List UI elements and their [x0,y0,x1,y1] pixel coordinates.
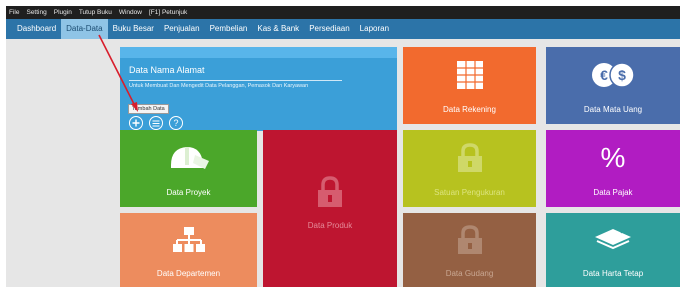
lock-icon [314,176,346,208]
main-nav: Dashboard Data-Data Buku Besar Penjualan… [6,19,680,39]
title-underline [129,80,342,81]
tab-persediaan[interactable]: Persediaan [304,19,354,39]
tile-label: Data Mata Uang [583,105,643,114]
menu-petunjuk[interactable]: [F1] Petunjuk [149,9,187,16]
menu-file[interactable]: File [9,9,19,16]
org-chart-icon [172,226,205,254]
menu-tutup-buku[interactable]: Tutup Buku [79,9,112,16]
lock-icon [455,225,485,255]
tile-label: Data Gudang [445,269,494,278]
tile-label: Data Rekening [443,105,496,114]
tile-label: Data Produk [307,221,353,230]
panel-top-strip [120,47,397,58]
svg-text:€: € [600,67,608,83]
help-button[interactable]: ? [169,116,183,130]
tile-data-mata-uang[interactable]: € $ Data Mata Uang [546,47,680,124]
tile-label: Data Proyek [166,188,211,197]
tile-label: Data Harta Tetap [582,269,644,278]
tile-nama-alamat[interactable]: Data Nama Alamat Untuk Membuat Dan Menge… [120,47,397,131]
tooltip: Tambah Data [128,104,169,114]
panel-title: Data Nama Alamat [129,65,205,75]
tab-pembelian[interactable]: Pembelian [205,19,253,39]
menu-plugin[interactable]: Plugin [54,9,72,16]
tile-satuan-pengukuran[interactable]: Satuan Pengukuran [403,130,536,207]
tile-data-gudang[interactable]: Data Gudang [403,213,536,287]
asset-icon [593,227,633,251]
percent-icon: % [599,142,627,172]
help-icon: ? [173,117,179,128]
menu-setting[interactable]: Setting [26,9,46,16]
tile-data-produk[interactable]: Data Produk [263,130,397,287]
tile-label: Satuan Pengukuran [434,188,505,197]
tab-kas-bank[interactable]: Kas & Bank [252,19,304,39]
tab-dashboard[interactable]: Dashboard [12,19,61,39]
tile-data-harta-tetap[interactable]: Data Harta Tetap [546,213,680,287]
tile-data-rekening[interactable]: Data Rekening [403,47,536,124]
app-window: File Setting Plugin Tutup Buku Window [F… [0,0,680,287]
hardhat-icon [165,143,213,173]
tile-data-proyek[interactable]: Data Proyek [120,130,257,207]
menu-window[interactable]: Window [119,9,142,16]
tile-label: Data Departemen [156,269,221,278]
panel-actions: ? [129,116,183,130]
tile-label: Data Pajak [593,188,633,197]
tab-buku-besar[interactable]: Buku Besar [108,19,159,39]
tile-data-pajak[interactable]: % Data Pajak [546,130,680,207]
tile-data-departemen[interactable]: Data Departemen [120,213,257,287]
ledger-icon [456,60,484,90]
menu-bar: File Setting Plugin Tutup Buku Window [F… [6,6,680,19]
add-button[interactable] [129,116,143,130]
tile-area: Data Nama Alamat Untuk Membuat Dan Menge… [6,39,680,287]
svg-text:%: % [601,142,626,172]
tab-penjualan[interactable]: Penjualan [159,19,205,39]
panel-description: Untuk Membuat Dan Mengedit Data Pelangga… [129,83,309,89]
tab-data-data[interactable]: Data-Data [61,19,108,39]
plus-icon [132,119,140,127]
currency-icon: € $ [591,62,635,88]
list-button[interactable] [149,116,163,130]
list-icon [152,119,160,127]
tab-laporan[interactable]: Laporan [355,19,394,39]
lock-icon [455,143,485,173]
svg-text:$: $ [618,67,626,83]
